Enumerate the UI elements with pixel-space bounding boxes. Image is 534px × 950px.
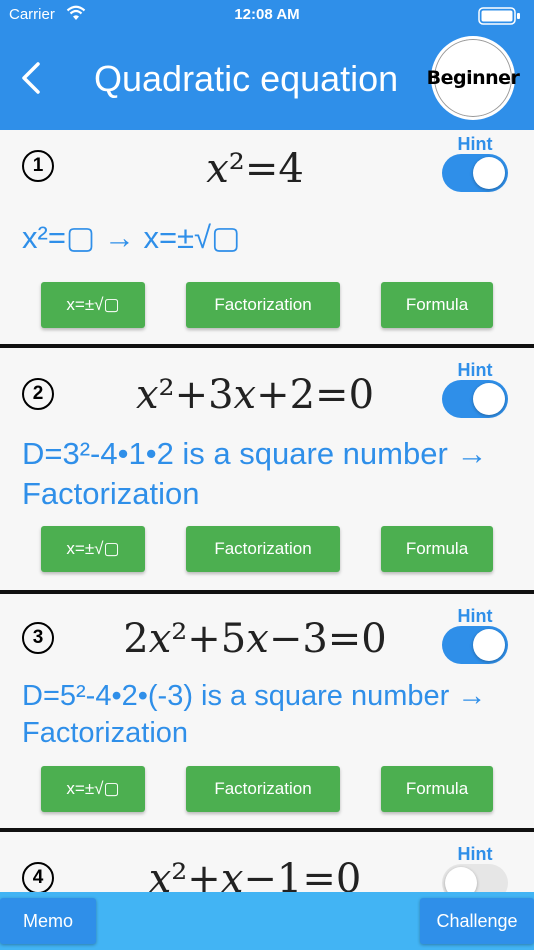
back-arrow-icon[interactable] (18, 60, 44, 96)
hint-toggle[interactable] (442, 154, 508, 192)
toggle-knob (445, 867, 477, 892)
hint-text: D=3²-4•1•2 is a square number → Factoriz… (22, 436, 488, 511)
formula-button[interactable]: Formula (381, 766, 493, 812)
problem-card-2: 2 x²+3x+2=0 Hint D=3²-4•1•2 is a square … (0, 348, 534, 594)
equation: 2x²+5x−3=0 (123, 616, 387, 662)
hint-label: Hint (457, 606, 493, 626)
page-title: Quadratic equation (94, 58, 399, 99)
memo-button[interactable]: Memo (0, 898, 96, 944)
hint-label: Hint (457, 360, 493, 380)
problem-number: 4 (22, 862, 54, 892)
factorization-button[interactable]: Factorization (186, 282, 340, 328)
hint-label: Hint (457, 844, 493, 864)
problem-card-1: 1 x²=4 Hint x²=▢ → x=±√▢ x=±√▢ Factoriza… (0, 130, 534, 348)
problem-number: 3 (22, 622, 54, 654)
formula-button[interactable]: Formula (381, 526, 493, 572)
hint-text: D=5²-4•2•(-3) is a square number → Facto… (22, 680, 487, 749)
level-badge-label: Beginner (426, 67, 520, 89)
equation: x²=4 (206, 146, 304, 192)
problem-number: 2 (22, 378, 54, 410)
problem-card-3: 3 2x²+5x−3=0 Hint D=5²-4•2•(-3) is a squ… (0, 594, 534, 832)
challenge-button[interactable]: Challenge (420, 898, 534, 944)
formula-button[interactable]: Formula (381, 282, 493, 328)
clock: 12:08 AM (234, 6, 300, 23)
battery-icon (478, 7, 520, 25)
toggle-knob (473, 383, 505, 415)
hint-toggle[interactable] (442, 626, 508, 664)
status-bar: Carrier 12:08 AM (0, 0, 534, 28)
root-method-button[interactable]: x=±√▢ (41, 766, 145, 812)
hint-toggle[interactable] (442, 380, 508, 418)
equation: x²+x−1=0 (148, 856, 362, 892)
equation: x²+3x+2=0 (135, 372, 375, 418)
hint-text: x²=▢ → x=±√▢ (22, 220, 241, 255)
toggle-knob (473, 157, 505, 189)
problem-number: 1 (22, 150, 54, 182)
factorization-button[interactable]: Factorization (186, 766, 340, 812)
toggle-knob (473, 629, 505, 661)
app-header: Carrier 12:08 AM Quadratic equation Begi… (0, 0, 534, 130)
hint-label: Hint (457, 134, 493, 154)
factorization-button[interactable]: Factorization (186, 526, 340, 572)
hint-toggle[interactable] (442, 864, 508, 892)
problem-card-4: 4 x²+x−1=0 Hint (0, 832, 534, 892)
bottom-bar: Memo Challenge (0, 892, 534, 950)
root-method-button[interactable]: x=±√▢ (41, 282, 145, 328)
level-badge: Beginner (427, 36, 520, 120)
root-method-button[interactable]: x=±√▢ (41, 526, 145, 572)
